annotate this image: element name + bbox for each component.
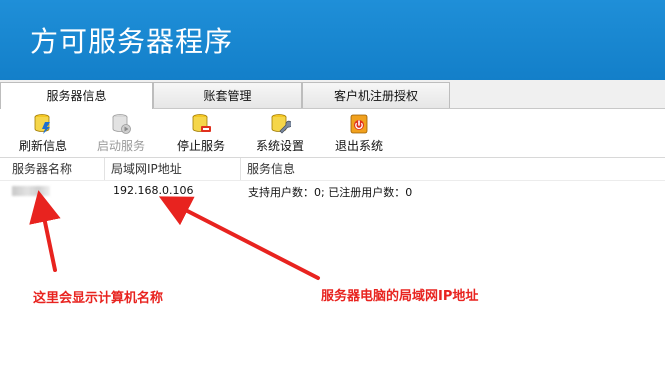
- refresh-label: 刷新信息: [18, 139, 67, 153]
- tab-client-registration[interactable]: 客户机注册授权: [302, 82, 450, 108]
- system-settings-button[interactable]: 系统设置: [254, 113, 306, 155]
- database-refresh-icon: [34, 114, 50, 134]
- toolbar: 刷新信息 启动服务 停止服务 系统设置 退出系统: [0, 109, 665, 158]
- database-start-icon: [112, 114, 131, 134]
- exit-system-button[interactable]: 退出系统: [333, 113, 385, 155]
- app-header: 方可服务器程序: [0, 0, 665, 80]
- app-title: 方可服务器程序: [30, 25, 234, 58]
- annotation-lan-ip: 服务器电脑的局域网IP地址: [321, 289, 479, 304]
- start-service-button[interactable]: 启动服务: [95, 113, 147, 155]
- server-name-cell: [12, 186, 50, 196]
- tab-server-info[interactable]: 服务器信息: [0, 82, 153, 109]
- database-settings-icon: [271, 114, 291, 134]
- refresh-button[interactable]: 刷新信息: [18, 113, 68, 155]
- annotation-computer-name: 这里会显示计算机名称: [33, 291, 164, 306]
- ip-cell: 192.168.0.106: [113, 184, 194, 197]
- column-header-server-name[interactable]: 服务器名称: [6, 158, 105, 180]
- server-list[interactable]: 服务器名称 局域网IP地址 服务信息 192.168.0.106 支持用户数：0…: [0, 158, 665, 391]
- database-stop-icon: [192, 114, 211, 132]
- tab-bar: 服务器信息 账套管理 客户机注册授权: [0, 80, 665, 109]
- system-settings-label: 系统设置: [255, 139, 304, 153]
- stop-service-button[interactable]: 停止服务: [175, 113, 227, 155]
- column-header-lan-ip[interactable]: 局域网IP地址: [105, 158, 241, 180]
- stop-service-label: 停止服务: [176, 139, 225, 153]
- service-info-cell: 支持用户数：0; 已注册用户数：0: [248, 186, 413, 199]
- exit-system-label: 退出系统: [334, 139, 383, 153]
- start-service-label: 启动服务: [96, 139, 145, 153]
- tab-account-management[interactable]: 账套管理: [153, 82, 302, 108]
- exit-power-icon: [350, 114, 368, 134]
- column-header-service-info[interactable]: 服务信息: [241, 158, 661, 180]
- header-divider: [0, 180, 665, 181]
